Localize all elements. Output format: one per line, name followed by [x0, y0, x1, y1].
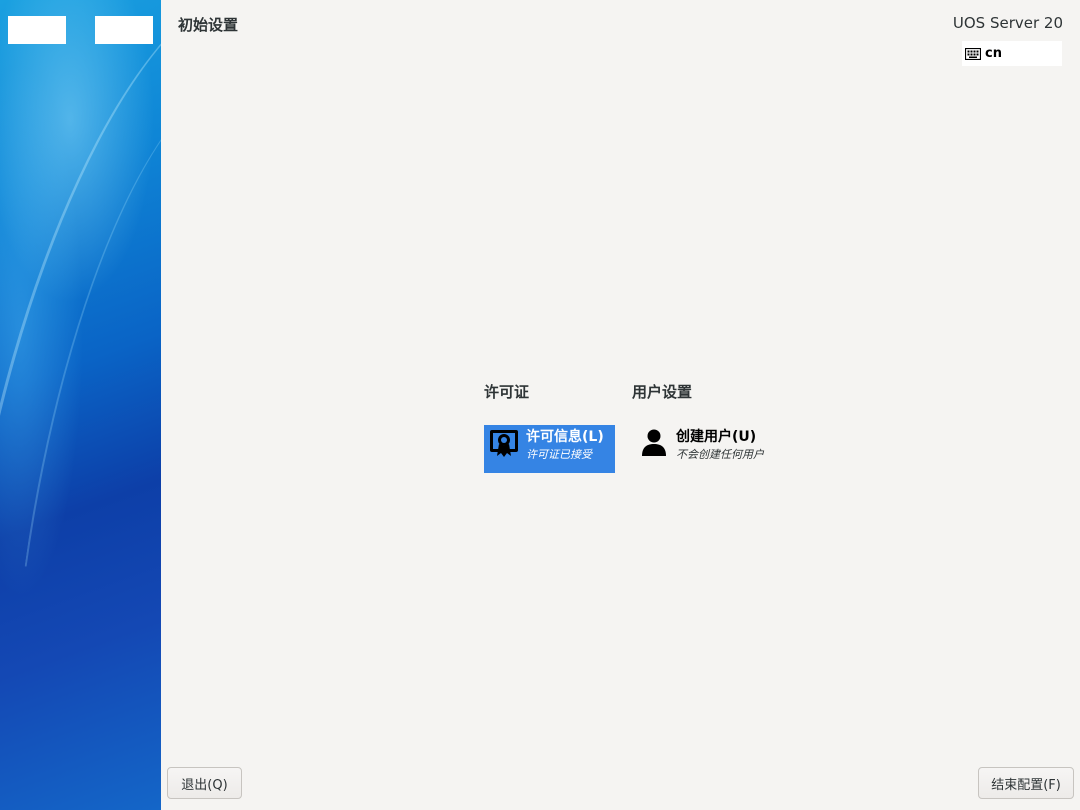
keyboard-layout-indicator[interactable]: cn: [962, 41, 1062, 66]
license-certificate-icon: [490, 430, 518, 457]
category-title-license: 许可证: [484, 383, 530, 401]
page-title: 初始设置: [178, 16, 239, 34]
quit-button[interactable]: 退出(Q): [167, 767, 242, 799]
spoke-title: 许可信息(L): [526, 429, 604, 445]
category-title-user-settings: 用户设置: [632, 383, 693, 401]
user-icon: [642, 429, 666, 456]
finish-configuration-button[interactable]: 结束配置(F): [978, 767, 1074, 799]
spoke-license-info[interactable]: 许可信息(L) 许可证已接受: [484, 425, 615, 473]
distro-logo: [95, 16, 153, 44]
distro-logo: [8, 16, 66, 44]
keyboard-icon: [965, 47, 981, 60]
spoke-title: 创建用户(U): [676, 429, 757, 445]
spoke-create-user[interactable]: 创建用户(U) 不会创建任何用户: [634, 425, 794, 473]
spoke-status: 不会创建任何用户: [676, 448, 764, 461]
sidebar-banner: [0, 0, 161, 810]
spoke-status: 许可证已接受: [526, 448, 592, 461]
keyboard-layout-label: cn: [985, 46, 1002, 61]
product-name: UOS Server 20: [952, 14, 1063, 32]
